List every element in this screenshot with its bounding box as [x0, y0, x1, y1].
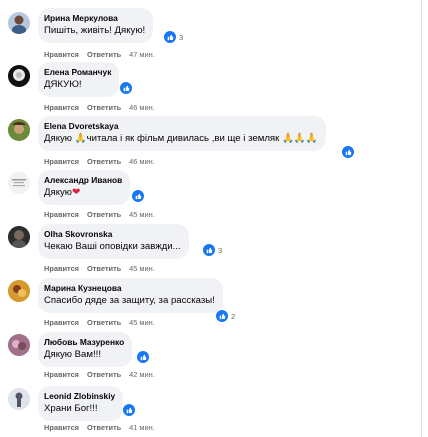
reaction-count[interactable]	[131, 189, 145, 203]
reaction-count[interactable]	[122, 403, 136, 417]
heart-icon: ❤	[72, 187, 81, 198]
reply-link[interactable]: Ответить	[87, 370, 121, 379]
comment-time[interactable]: 45 мин.	[129, 264, 155, 273]
avatar[interactable]	[8, 388, 30, 410]
comment-text: Спасибо дяде за защиту, за рассказы!	[44, 295, 215, 306]
avatar[interactable]	[8, 119, 30, 141]
reaction-count[interactable]: 3	[163, 30, 183, 44]
reply-link[interactable]: Ответить	[87, 157, 121, 166]
comment-author[interactable]: Марина Кузнецова	[44, 283, 215, 294]
comment-time[interactable]: 45 мин.	[129, 210, 155, 219]
comment-text: Дякую 🙏читала і як фільм дивилась ,ви ще…	[44, 133, 318, 144]
avatar[interactable]	[8, 226, 30, 248]
avatar[interactable]	[8, 280, 30, 302]
reaction-number: 2	[231, 311, 236, 321]
like-icon	[119, 81, 133, 95]
comment-actions: Нравится Ответить 41 мин.	[44, 423, 155, 432]
like-icon	[163, 30, 177, 44]
comment-text: Дякую	[44, 187, 72, 198]
reply-link[interactable]: Ответить	[87, 50, 121, 59]
comment-author[interactable]: Любовь Мазуренко	[44, 337, 124, 348]
comment-author[interactable]: Ирина Меркулова	[44, 13, 145, 24]
comment-actions: Нравится Ответить 45 мин.	[44, 210, 155, 219]
comment-text: ДЯКУЮ!	[44, 79, 82, 90]
like-link[interactable]: Нравится	[44, 264, 79, 273]
comment-bubble: Elena Dvoretskaya Дякую 🙏читала і як філ…	[38, 116, 326, 151]
comment-author[interactable]: Александр Иванов	[44, 175, 122, 186]
comment-text: Дякую Вам!!!	[44, 349, 101, 360]
comment-time[interactable]: 46 мин.	[129, 103, 155, 112]
like-icon	[341, 145, 355, 159]
comment-bubble: Марина Кузнецова Спасибо дяде за защиту,…	[38, 278, 223, 313]
like-icon	[122, 403, 136, 417]
reply-link[interactable]: Ответить	[87, 210, 121, 219]
comment-author[interactable]: Елена Романчук	[44, 67, 111, 78]
reply-link[interactable]: Ответить	[87, 423, 121, 432]
comment-actions: Нравится Ответить 45 мин.	[44, 264, 155, 273]
like-icon	[215, 309, 229, 323]
comment-actions: Нравится Ответить 46 мин.	[44, 157, 155, 166]
comment-text: Чекаю Ваші оповідки завжди...	[44, 241, 181, 252]
like-icon	[136, 350, 150, 364]
reply-link[interactable]: Ответить	[87, 318, 121, 327]
comment-author[interactable]: Olha Skovronska	[44, 229, 181, 240]
reaction-count[interactable]	[119, 81, 133, 95]
reaction-count[interactable]	[341, 145, 355, 159]
avatar[interactable]	[8, 65, 30, 87]
comment-time[interactable]: 41 мин.	[129, 423, 155, 432]
like-link[interactable]: Нравится	[44, 210, 79, 219]
comment-actions: Нравится Ответить 47 мин.	[44, 50, 155, 59]
reaction-number: 3	[218, 245, 223, 255]
comment-author[interactable]: Elena Dvoretskaya	[44, 121, 318, 132]
reaction-count[interactable]: 3	[202, 243, 222, 257]
comment-actions: Нравится Ответить 46 мин.	[44, 103, 155, 112]
like-link[interactable]: Нравится	[44, 103, 79, 112]
like-icon	[202, 243, 216, 257]
comment-bubble: Ирина Меркулова Пишіть, живіть! Дякую!	[38, 8, 154, 43]
like-link[interactable]: Нравится	[44, 50, 79, 59]
comment-bubble: Leonid Zlobinskiy Храни Бог!!!	[38, 386, 124, 421]
comment-bubble: Александр Иванов Дякую❤	[38, 170, 131, 205]
avatar[interactable]	[8, 334, 30, 356]
like-link[interactable]: Нравится	[44, 370, 79, 379]
comment-time[interactable]: 42 мин.	[129, 370, 155, 379]
comment-bubble: Любовь Мазуренко Дякую Вам!!!	[38, 332, 133, 367]
reaction-count[interactable]: 2	[215, 309, 235, 323]
avatar[interactable]	[8, 12, 30, 34]
like-link[interactable]: Нравится	[44, 157, 79, 166]
like-link[interactable]: Нравится	[44, 423, 79, 432]
page-edge-divider	[421, 0, 422, 437]
reply-link[interactable]: Ответить	[87, 264, 121, 273]
comment-actions: Нравится Ответить 45 мин.	[44, 318, 155, 327]
comment-bubble: Елена Романчук ДЯКУЮ!	[38, 62, 120, 97]
comment-text: Пишіть, живіть! Дякую!	[44, 25, 146, 36]
comment-actions: Нравится Ответить 42 мин.	[44, 370, 155, 379]
comment-bubble: Olha Skovronska Чекаю Ваші оповідки завж…	[38, 224, 189, 259]
comment-time[interactable]: 45 мин.	[129, 318, 155, 327]
comment-time[interactable]: 47 мин.	[129, 50, 155, 59]
comment-author[interactable]: Leonid Zlobinskiy	[44, 391, 115, 402]
reply-link[interactable]: Ответить	[87, 103, 121, 112]
like-icon	[131, 189, 145, 203]
comment-time[interactable]: 46 мин.	[129, 157, 155, 166]
comment-text: Храни Бог!!!	[44, 403, 98, 414]
reaction-count[interactable]	[136, 350, 150, 364]
like-link[interactable]: Нравится	[44, 318, 79, 327]
reaction-number: 3	[179, 32, 184, 42]
avatar[interactable]	[8, 172, 30, 194]
